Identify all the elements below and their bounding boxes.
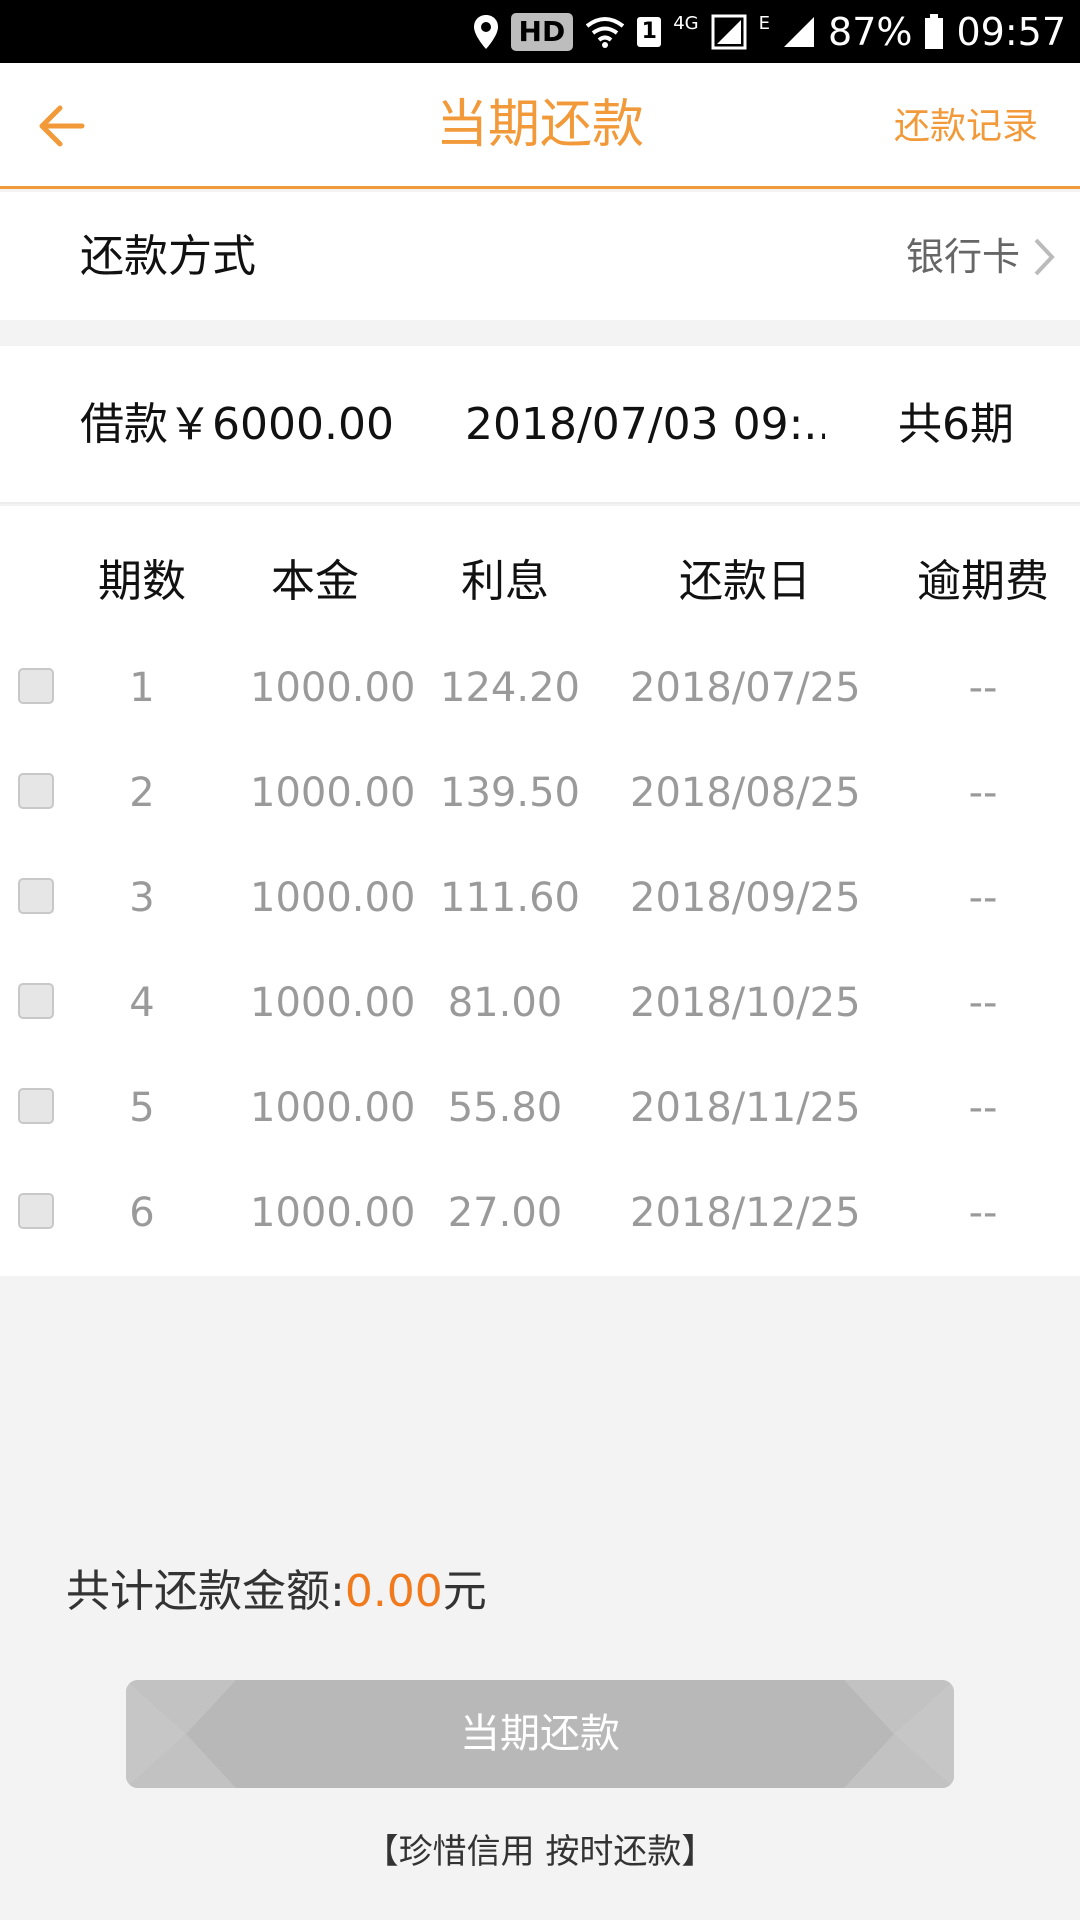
cell-principal: 1000.00: [250, 980, 416, 1026]
loan-date: 2018/07/03 09:...: [465, 399, 825, 450]
total-amount: 0.00: [344, 1566, 443, 1617]
installment-table: 期数 本金 利息 还款日 逾期费 1 1000.00 124.20 2018/0…: [0, 506, 1080, 1276]
battery-percent: 87%: [828, 9, 913, 54]
table-row: 5 1000.00 55.80 2018/11/25 --: [0, 1056, 1080, 1161]
clock: 09:57: [956, 9, 1066, 54]
table-row: 1 1000.00 124.20 2018/07/25 --: [0, 636, 1080, 741]
location-icon: [473, 14, 499, 50]
header-late-fee: 逾期费: [917, 556, 1049, 607]
cell-interest: 111.60: [440, 875, 580, 921]
cell-principal: 1000.00: [250, 875, 416, 921]
payment-method-row[interactable]: 还款方式 银行卡: [0, 192, 1080, 320]
header-interest: 利息: [461, 556, 549, 607]
header-principal: 本金: [271, 556, 359, 607]
header-period: 期数: [98, 556, 186, 607]
cell-due-date: 2018/10/25: [630, 980, 861, 1026]
cell-due-date: 2018/12/25: [630, 1190, 861, 1236]
cell-period: 3: [129, 875, 155, 921]
nav-header: 当期还款 还款记录: [0, 63, 1080, 189]
signal-icon-2: [782, 15, 816, 49]
total-unit: 元: [442, 1566, 487, 1617]
pay-button-label: 当期还款: [460, 1711, 620, 1757]
battery-icon: [924, 13, 944, 50]
loan-periods: 共6期: [898, 399, 1014, 450]
loan-summary: 借款￥6000.00 2018/07/03 09:... 共6期: [0, 346, 1080, 504]
cell-interest: 27.00: [447, 1190, 563, 1236]
table-row: 4 1000.00 81.00 2018/10/25 --: [0, 951, 1080, 1056]
cell-due-date: 2018/09/25: [630, 875, 861, 921]
status-bar: HD 1 4G E 87% 09:57: [0, 0, 1080, 63]
cell-late-fee: --: [968, 770, 998, 816]
table-row: 3 1000.00 111.60 2018/09/25 --: [0, 846, 1080, 951]
cell-period: 1: [129, 665, 155, 711]
payment-method-value: 银行卡: [905, 235, 1020, 279]
network-e-label: E: [758, 13, 771, 34]
cell-principal: 1000.00: [250, 1190, 416, 1236]
cell-period: 6: [129, 1190, 155, 1236]
signal-icon-1: [711, 14, 747, 50]
cell-due-date: 2018/11/25: [630, 1085, 861, 1131]
payment-method-label: 还款方式: [80, 231, 256, 282]
header-due-date: 还款日: [679, 556, 811, 607]
row-checkbox[interactable]: [18, 878, 54, 914]
cell-principal: 1000.00: [250, 770, 416, 816]
row-checkbox[interactable]: [18, 773, 54, 809]
row-checkbox[interactable]: [18, 668, 54, 704]
cell-late-fee: --: [968, 1190, 998, 1236]
cell-late-fee: --: [968, 875, 998, 921]
total-label: 共计还款金额:: [66, 1566, 345, 1617]
loan-amount: 借款￥6000.00: [80, 399, 394, 450]
cell-late-fee: --: [968, 980, 998, 1026]
cell-period: 5: [129, 1085, 155, 1131]
chevron-right-icon: [1034, 238, 1055, 276]
cell-interest: 139.50: [440, 770, 580, 816]
cell-period: 4: [129, 980, 155, 1026]
cell-principal: 1000.00: [250, 665, 416, 711]
row-checkbox[interactable]: [18, 1193, 54, 1229]
wifi-icon: [585, 16, 625, 48]
network-4g-label: 4G: [673, 13, 699, 34]
repayment-records-link[interactable]: 还款记录: [894, 103, 1038, 151]
pay-current-period-button[interactable]: 当期还款: [126, 1680, 954, 1788]
cell-interest: 81.00: [447, 980, 563, 1026]
cell-interest: 124.20: [440, 665, 580, 711]
hd-badge: HD: [510, 12, 574, 51]
table-header: 期数 本金 利息 还款日 逾期费: [0, 506, 1080, 656]
cell-due-date: 2018/08/25: [630, 770, 861, 816]
cell-interest: 55.80: [447, 1085, 563, 1131]
table-row: 2 1000.00 139.50 2018/08/25 --: [0, 741, 1080, 846]
cell-late-fee: --: [968, 1085, 998, 1131]
cell-late-fee: --: [968, 665, 998, 711]
cell-due-date: 2018/07/25: [630, 665, 861, 711]
table-row: 6 1000.00 27.00 2018/12/25 --: [0, 1161, 1080, 1266]
row-checkbox[interactable]: [18, 1088, 54, 1124]
total-amount-line: 共计还款金额:0.00元: [66, 1562, 487, 1622]
row-checkbox[interactable]: [18, 983, 54, 1019]
sim-badge: 1: [637, 16, 662, 47]
credit-slogan: 【珍惜信用 按时还款】: [364, 1832, 716, 1872]
cell-principal: 1000.00: [250, 1085, 416, 1131]
cell-period: 2: [129, 770, 155, 816]
